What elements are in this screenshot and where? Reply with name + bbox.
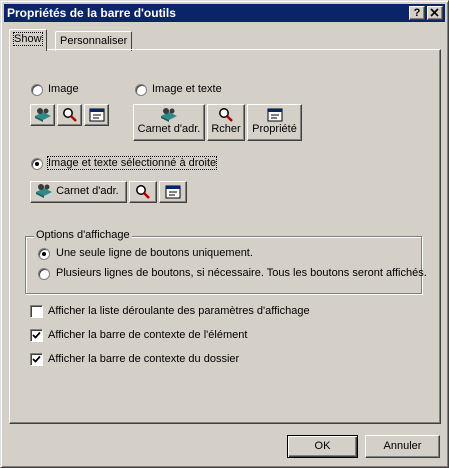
checkbox-folder-context-bar-label: Afficher la barre de contexte du dossier [48, 353, 240, 365]
checkbox-display-settings-list-label: Afficher la liste déroulante des paramèt… [48, 305, 310, 317]
ok-button[interactable]: OK [287, 435, 358, 458]
radio-image-text-right[interactable] [31, 158, 43, 170]
cancel-button-label: Annuler [383, 440, 422, 452]
radio-image-text-label: Image et texte [152, 83, 222, 95]
properties-icon [267, 108, 282, 122]
preview-properties-text-button[interactable]: Propriété [247, 104, 302, 141]
radio-image[interactable] [31, 84, 43, 96]
display-options-title: Options d'affichage [34, 229, 132, 241]
properties-icon [165, 185, 181, 199]
checkmark-icon [32, 355, 41, 363]
search-icon [219, 108, 233, 122]
address-book-icon [36, 184, 52, 199]
window-title: Propriétés de la barre d'outils [7, 6, 176, 20]
close-button[interactable] [427, 6, 443, 20]
checkbox-folder-context-bar[interactable] [30, 353, 43, 366]
display-options-group [25, 236, 422, 294]
checkmark-icon [32, 331, 41, 339]
search-icon [136, 185, 150, 199]
tab-personnaliser-label: Personnaliser [60, 35, 128, 47]
preview-properties-right-button[interactable] [159, 181, 187, 203]
radio-single-line-label: Une seule ligne de boutons uniquement. [56, 247, 253, 259]
cancel-button[interactable]: Annuler [365, 435, 440, 458]
preview-address-book-text-button[interactable]: Carnet d'adr. [133, 104, 205, 141]
ok-button-label: OK [314, 440, 331, 452]
properties-icon [89, 108, 105, 122]
search-icon [63, 108, 77, 122]
close-icon [430, 8, 439, 17]
checkbox-item-context-bar-label: Afficher la barre de contexte de l'éléme… [48, 329, 248, 341]
preview-properties-button[interactable] [84, 104, 109, 126]
tab-personnaliser[interactable]: Personnaliser [55, 31, 133, 51]
preview-search-button[interactable] [57, 104, 82, 126]
address-book-icon [35, 108, 51, 122]
preview-address-book-right-button[interactable]: Carnet d'adr. [30, 181, 127, 203]
tab-show-label: Show [13, 32, 43, 46]
checkbox-display-settings-list[interactable] [30, 305, 43, 318]
preview-search-text-button[interactable]: Rcher [207, 104, 245, 141]
radio-image-text-right-label: Image et texte sélectionné à droite [46, 156, 218, 170]
preview-address-book-button[interactable] [30, 104, 55, 126]
radio-multi-line[interactable] [38, 268, 50, 280]
button-label: Carnet d'adr. [56, 185, 119, 197]
button-label: Carnet d'adr. [137, 123, 201, 135]
radio-multi-line-label: Plusieurs lignes de boutons, si nécessai… [56, 267, 427, 279]
radio-image-label: Image [48, 83, 79, 95]
help-button[interactable]: ? [409, 6, 425, 20]
radio-single-line[interactable] [38, 248, 50, 260]
tab-show[interactable]: Show [9, 29, 47, 51]
checkbox-item-context-bar[interactable] [30, 329, 43, 342]
title-bar: Propriétés de la barre d'outils ? [4, 4, 445, 22]
preview-search-right-button[interactable] [129, 181, 157, 203]
button-label: Propriété [252, 123, 297, 135]
radio-image-text[interactable] [135, 84, 147, 96]
address-book-icon [161, 108, 177, 122]
toolbar-properties-dialog: Propriétés de la barre d'outils ? Show P… [0, 0, 449, 468]
button-label: Rcher [211, 123, 241, 135]
